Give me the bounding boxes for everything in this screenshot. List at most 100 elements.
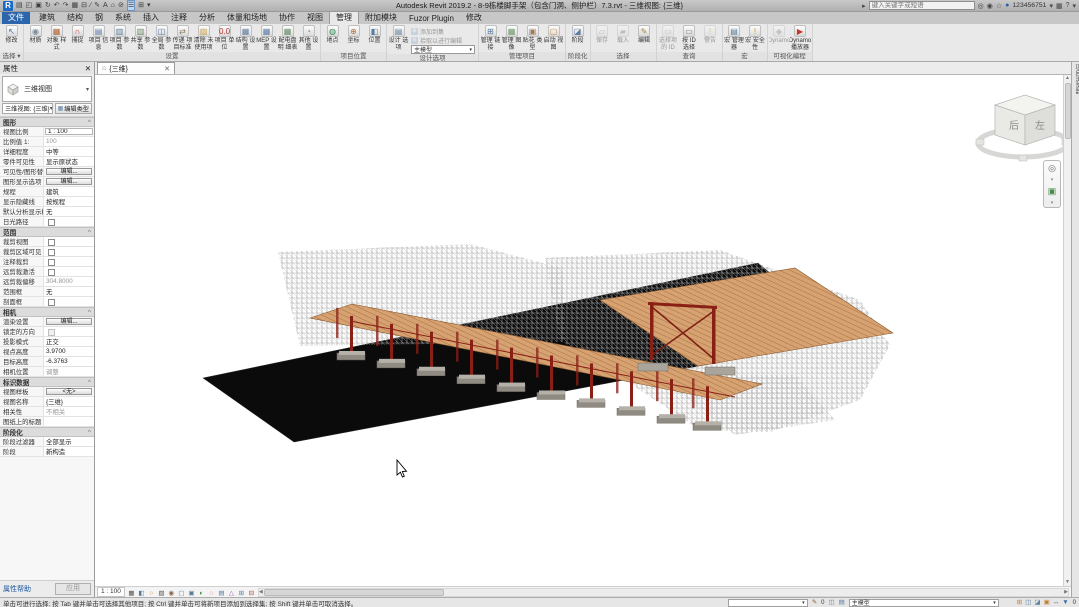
button-panel-schedule-templates[interactable]: ▦配电盘明 细表 [277, 25, 298, 51]
button-project-units[interactable]: 0.0项目 单位 [214, 25, 235, 51]
viewcube-face-left[interactable]: 左 [1035, 119, 1045, 132]
property-value[interactable]: {三维} [44, 397, 94, 406]
property-value[interactable]: -6.3763 [44, 357, 94, 366]
button-transfer-project-standards[interactable]: ⇄传递 项目标准 [172, 25, 193, 51]
visual-style-icon[interactable]: ◧ [137, 588, 146, 597]
sign-in-icon[interactable]: ◉ [987, 2, 993, 10]
ribbon-tab-fuzor-plugin[interactable]: Fuzor Plugin [403, 13, 460, 24]
button-phases[interactable]: ◪阶段 [567, 25, 588, 45]
button-dynamo[interactable]: ◆Dynamo [769, 25, 790, 45]
ribbon-tab-annotate[interactable]: 注释 [165, 11, 193, 24]
property-value[interactable]: 1 : 100 [45, 128, 93, 135]
synchronize-icon[interactable]: ↻ [45, 1, 51, 10]
property-edit-button[interactable]: 编辑... [46, 318, 92, 325]
button-decal-types[interactable]: ▣贴花 类型 [522, 25, 543, 51]
editing-requests-icon[interactable]: ✎ [812, 599, 817, 607]
ribbon-group-label[interactable]: 查询 [657, 52, 722, 61]
button-design-options[interactable]: ▤设计 选项 [388, 25, 409, 51]
redo-icon[interactable]: ↷ [63, 1, 69, 10]
zoom-tool-icon[interactable]: ▣ [1048, 186, 1057, 197]
customize-qat-icon[interactable]: ▾ [147, 1, 151, 10]
measure-icon[interactable]: ⊟ [81, 1, 87, 10]
view-scale-control[interactable]: 1 : 100 [97, 587, 125, 597]
worksets-dropdown[interactable]: ▾ [728, 599, 808, 607]
property-value[interactable] [44, 417, 94, 426]
button-dynamo-player[interactable]: ▶Dynamo 播放器 [790, 25, 811, 51]
shadows-icon[interactable]: ▧ [157, 588, 166, 597]
ribbon-tab-manage[interactable]: 管理 [329, 10, 359, 24]
show-analytical-model-icon[interactable]: △ [227, 588, 236, 597]
properties-close-icon[interactable]: ✕ [85, 64, 91, 73]
drawing-area[interactable]: 后 左 ◎ ▾ ▣ ▾ [95, 75, 1063, 586]
rendering-dialog-icon[interactable]: ◉ [167, 588, 176, 597]
button-starting-view[interactable]: ▢启动 视图 [543, 25, 564, 51]
save-icon[interactable]: ▣ [35, 1, 42, 10]
button-coordinates[interactable]: ⊕坐标 [343, 25, 364, 45]
drag-elements-on-selection-icon[interactable]: ↔ [1053, 599, 1060, 607]
property-checkbox[interactable] [48, 299, 55, 306]
steering-wheel-caret-icon[interactable]: ▾ [1051, 178, 1054, 182]
ribbon-tab-steel[interactable]: 钢 [89, 11, 109, 24]
button-modify[interactable]: ↖修改 [1, 25, 22, 45]
property-edit-button[interactable]: <无> [46, 388, 92, 395]
thin-lines-icon[interactable]: ☰ [127, 0, 135, 11]
button-edit-selection[interactable]: ✎编辑 [634, 25, 655, 45]
ribbon-group-label[interactable]: 设置 [24, 52, 320, 61]
view-tab-close-icon[interactable]: ✕ [164, 65, 170, 73]
property-checkbox[interactable] [48, 329, 55, 336]
button-additional-settings[interactable]: ◔其他 设置 [298, 25, 319, 51]
button-project-parameters[interactable]: ▥项目 参数 [109, 25, 130, 51]
ribbon-tab-collaborate[interactable]: 协作 [273, 11, 301, 24]
property-value[interactable]: 3.9700 [44, 347, 94, 356]
scroll-left-icon[interactable]: ◀ [259, 589, 263, 595]
search-expand-icon[interactable]: ▸ [862, 2, 866, 10]
property-value[interactable]: 调整 [44, 367, 94, 376]
section-header[interactable]: 标识数据^ [0, 377, 94, 387]
zoom-caret-icon[interactable]: ▾ [1051, 201, 1054, 205]
ribbon-tab-file[interactable]: 文件 [2, 11, 30, 24]
ribbon-group-label[interactable]: 项目位置 [321, 52, 386, 61]
instance-selector[interactable]: 三维视图: {三维} ▾ [2, 103, 53, 114]
revit-logo-icon[interactable]: R [3, 1, 13, 11]
property-value[interactable]: 304.8000 [44, 277, 94, 286]
property-value[interactable]: 建筑 [44, 187, 94, 196]
button-manage-images[interactable]: ▦管理 图像 [501, 25, 522, 51]
ribbon-group-label[interactable]: 宏 [723, 52, 767, 61]
filter-icon[interactable]: ▼ [1062, 599, 1068, 607]
search-input[interactable] [869, 1, 975, 10]
default-3d-view-icon[interactable]: ⌂ [111, 1, 115, 10]
button-load-selection[interactable]: ▰载入 [613, 25, 634, 45]
button-save-selection[interactable]: ▱保存 [592, 25, 613, 45]
ribbon-group-label[interactable]: 阶段化 [566, 52, 590, 61]
horizontal-scrollbar[interactable]: ◀ ▶ [258, 588, 1069, 597]
reveal-hidden-elements-icon[interactable]: ◌ [207, 588, 216, 597]
highlight-displacement-sets-icon[interactable]: ⊞ [237, 588, 246, 597]
detail-level-icon[interactable]: ▦ [127, 588, 136, 597]
edit-type-button[interactable]: ▦ 编辑类型 [55, 103, 92, 114]
project-browser-collapsed[interactable]: 项目浏览器 [1071, 62, 1079, 597]
switch-windows-icon[interactable]: ⊞ [138, 1, 144, 10]
open-icon[interactable]: ◰ [26, 1, 33, 10]
button-ids-of-selection[interactable]: ▭选择项 的 ID [658, 25, 679, 51]
ribbon-group-label[interactable]: 管理项目 [479, 52, 565, 61]
button-macro-security[interactable]: !宏 安全性 [745, 25, 766, 51]
horizontal-scroll-thumb[interactable] [264, 589, 444, 596]
property-value[interactable]: 中等 [44, 147, 94, 156]
section-icon[interactable]: ⊘ [118, 1, 124, 10]
button-warnings[interactable]: !警告 [700, 25, 721, 45]
username[interactable]: 123456751 [1012, 2, 1046, 9]
property-value[interactable]: 全部显示 [44, 437, 94, 446]
section-header[interactable]: 相机^ [0, 307, 94, 317]
sun-path-icon[interactable]: ○ [147, 588, 156, 597]
type-selector[interactable]: 三维视图 ▾ [2, 76, 92, 102]
section-header[interactable]: 阶段化^ [0, 427, 94, 437]
ribbon-tab-architecture[interactable]: 建筑 [33, 11, 61, 24]
ribbon-tab-structure[interactable]: 结构 [61, 11, 89, 24]
button-manage-links[interactable]: ⊞管理 链接 [480, 25, 501, 51]
worksharing-display-icon[interactable]: ◫ [828, 599, 834, 607]
button-position[interactable]: ◧位置 [364, 25, 385, 45]
button-add-to-set[interactable]: ⊞添加到集 [411, 27, 475, 35]
ribbon-group-label[interactable]: 设计选项 [387, 54, 478, 62]
section-header[interactable]: 图形^ [0, 117, 94, 127]
ribbon-group-label[interactable]: 选择 ▾ [0, 52, 23, 61]
